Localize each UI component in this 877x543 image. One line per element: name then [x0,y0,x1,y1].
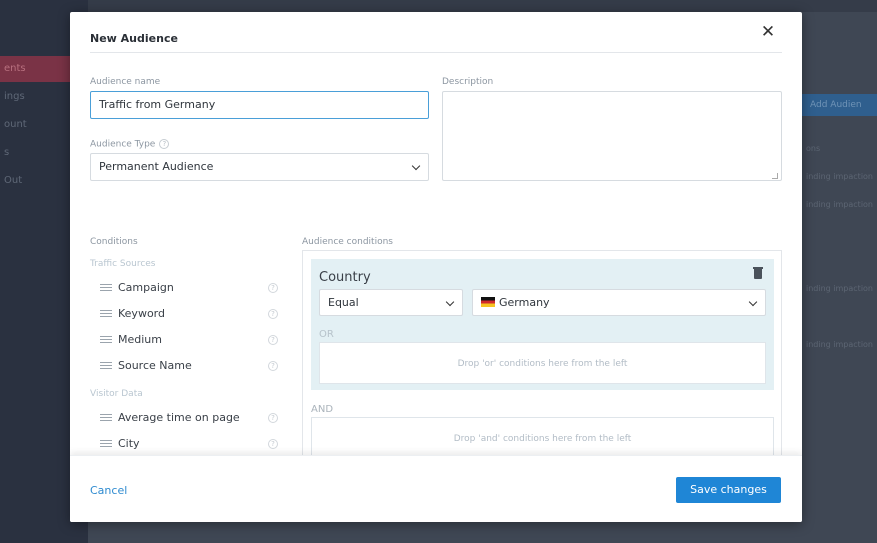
condition-medium[interactable]: Medium ? [100,330,280,350]
audience-type-value: Permanent Audience [99,160,214,173]
condition-label: City [118,437,140,450]
description-textarea[interactable] [442,91,782,181]
drag-handle-icon[interactable] [100,310,112,317]
modal-header: New Audience ✕ [90,12,782,53]
help-icon[interactable]: ? [268,439,278,449]
audience-name-label: Audience name [90,77,161,87]
drag-handle-icon[interactable] [100,284,112,291]
operator-value: Equal [328,296,359,309]
resize-handle-icon[interactable] [772,173,778,179]
bg-list-row: inding impaction [806,200,874,209]
drag-handle-icon[interactable] [100,362,112,369]
condition-label: Average time on page [118,411,240,424]
germany-flag-icon [481,297,495,307]
audience-type-label: Audience Type [90,139,156,150]
help-icon[interactable]: ? [268,335,278,345]
or-label: OR [319,329,334,340]
condition-average-time-on-page[interactable]: Average time on page ? [100,408,280,428]
help-icon[interactable]: ? [268,413,278,423]
country-condition-block[interactable]: Country Equal Germany OR Drop 'or' condi… [311,259,774,390]
condition-campaign[interactable]: Campaign ? [100,278,280,298]
visitor-data-heading: Visitor Data [90,389,143,399]
condition-source-name[interactable]: Source Name ? [100,356,280,376]
chevron-down-icon [748,297,758,307]
modal-footer: Cancel Save changes [70,455,802,522]
bg-list-row: inding impaction [806,284,874,293]
close-icon[interactable]: ✕ [760,24,776,41]
condition-label: Medium [118,333,162,346]
condition-label: Keyword [118,307,165,320]
country-select[interactable]: Germany [472,289,766,316]
conditions-label: Conditions [90,237,138,247]
condition-city[interactable]: City ? [100,434,280,454]
audience-type-label-row: Audience Type? [90,139,170,150]
condition-label: Source Name [118,359,192,372]
audience-name-input[interactable]: Traffic from Germany [90,91,429,119]
trash-icon[interactable] [753,267,763,279]
background-topbar [88,0,877,12]
chevron-down-icon [411,161,421,171]
bg-list-header: ons [806,144,821,153]
condition-title: Country [319,270,371,285]
bg-add-audience-button: Add Audien [802,94,877,116]
condition-label: Campaign [118,281,174,294]
save-changes-button[interactable]: Save changes [676,477,781,503]
chevron-down-icon [445,297,455,307]
drag-handle-icon[interactable] [100,414,112,421]
drag-handle-icon[interactable] [100,440,112,447]
drag-handle-icon[interactable] [100,336,112,343]
help-icon[interactable]: ? [268,283,278,293]
description-label: Description [442,77,494,87]
audience-conditions-label: Audience conditions [302,237,393,247]
country-value: Germany [499,296,550,309]
and-label: AND [311,404,334,415]
or-drop-zone[interactable]: Drop 'or' conditions here from the left [319,342,766,384]
bg-list-row: inding impaction [806,340,874,349]
condition-keyword[interactable]: Keyword ? [100,304,280,324]
modal-title: New Audience [90,32,178,45]
help-icon[interactable]: ? [268,309,278,319]
bg-list-row: inding impaction [806,172,874,181]
audience-conditions-area: Country Equal Germany OR Drop 'or' condi… [302,250,782,461]
cancel-button[interactable]: Cancel [90,484,127,497]
help-icon[interactable]: ? [159,139,170,149]
operator-select[interactable]: Equal [319,289,463,316]
audience-type-select[interactable]: Permanent Audience [90,153,429,181]
new-audience-modal: New Audience ✕ Audience name Traffic fro… [70,12,802,522]
traffic-sources-heading: Traffic Sources [90,259,156,269]
help-icon[interactable]: ? [268,361,278,371]
